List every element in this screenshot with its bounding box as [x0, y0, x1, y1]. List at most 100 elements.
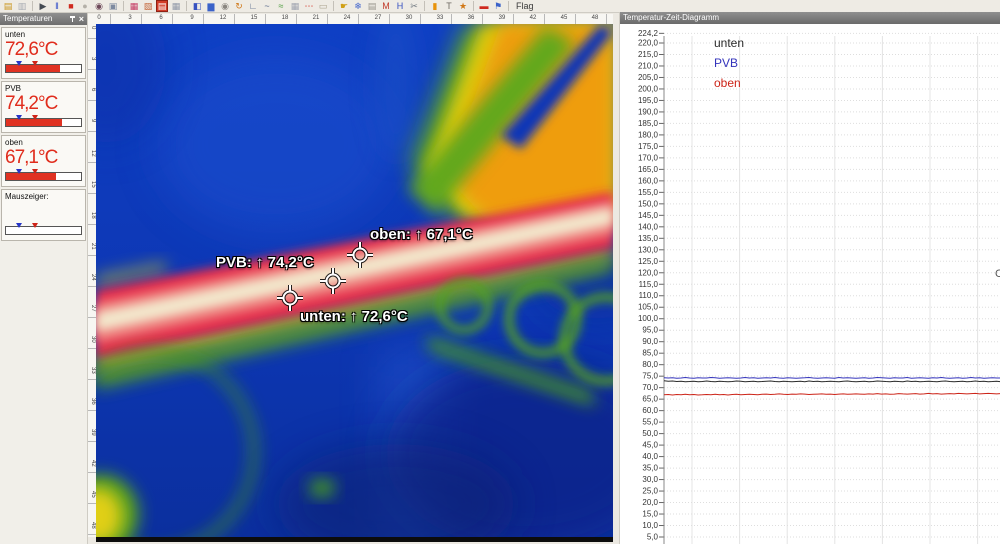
gauge-marker-blue	[16, 61, 22, 66]
gauge-marker-red	[32, 169, 38, 174]
toolbar-separator	[186, 1, 187, 11]
annotation-unten: unten: ↑ 72,6°C	[300, 308, 408, 325]
dashes-icon[interactable]: ⋯	[303, 0, 315, 12]
svg-text:70,0: 70,0	[642, 383, 658, 392]
camera-2-icon[interactable]: ◉	[219, 0, 231, 12]
temp-section-mauszeiger: Mauszeiger:	[1, 189, 86, 241]
close-icon[interactable]: ×	[79, 14, 84, 24]
spline-icon[interactable]: ~	[261, 0, 273, 12]
ruler-number: 45	[561, 15, 568, 21]
svg-text:95,0: 95,0	[642, 326, 658, 335]
open-icon[interactable]: ▤	[2, 0, 14, 12]
thermal-image[interactable]: oben: ↑ 67,1°C PVB: ↑ 74,2°C unten: ↑ 72…	[96, 24, 613, 537]
chart-panel-header[interactable]: Temperatur-Zeit-Diagramm	[620, 12, 1000, 24]
chart-panel: Temperatur-Zeit-Diagramm 224,2220,0215,0…	[619, 12, 1000, 544]
svg-text:60,0: 60,0	[642, 406, 658, 415]
svg-text:190,0: 190,0	[638, 107, 659, 116]
temp-section-pvb: PVB 74,2°C	[1, 81, 86, 133]
chart-gray-icon[interactable]: ▤	[366, 0, 378, 12]
polyline-icon[interactable]: ∟	[247, 0, 259, 12]
temp-label: oben	[5, 138, 82, 147]
histogram-alt-icon[interactable]: ▧	[142, 0, 154, 12]
gauge-marker-blue	[16, 169, 22, 174]
temperatures-panel-header[interactable]: Temperaturen ×	[0, 13, 87, 25]
marker-icon[interactable]: ▮	[429, 0, 441, 12]
stop-icon[interactable]: ■	[65, 0, 77, 12]
red-bar-icon[interactable]: ▬	[478, 0, 490, 12]
ruler-number: 12	[220, 15, 227, 21]
ruler-number: 9	[190, 15, 193, 21]
save-icon[interactable]: ▥	[16, 0, 28, 12]
thermal-image-canvas	[96, 24, 613, 537]
temp-gauge	[5, 226, 82, 235]
play-icon[interactable]: ▶	[37, 0, 49, 12]
legend-unten: unten	[714, 36, 744, 50]
toolbar-separator	[473, 1, 474, 11]
crosshair-pvb[interactable]	[318, 266, 348, 296]
svg-text:220,0: 220,0	[638, 39, 659, 48]
palette-icon[interactable]: ▤	[156, 0, 168, 12]
svg-text:10,0: 10,0	[642, 521, 658, 530]
letter-h-icon[interactable]: H	[394, 0, 406, 12]
svg-text:50,0: 50,0	[642, 429, 658, 438]
temp-label: PVB	[5, 84, 82, 93]
svg-text:75,0: 75,0	[642, 372, 658, 381]
svg-text:40,0: 40,0	[642, 452, 658, 461]
toolbar-separator	[508, 1, 509, 11]
svg-text:80,0: 80,0	[642, 360, 658, 369]
camera-icon[interactable]: ◉	[93, 0, 105, 12]
ruler-number: 3	[128, 15, 131, 21]
legend-pvb: PVB	[714, 56, 738, 70]
ruler-number: 33	[437, 15, 444, 21]
trend-icon[interactable]: ≈	[275, 0, 287, 12]
redo-curve-icon[interactable]: ↻	[233, 0, 245, 12]
temperatures-panel-title: Temperaturen	[3, 13, 69, 25]
ruler-number: 42	[530, 15, 537, 21]
pause-icon[interactable]: ‖	[51, 0, 63, 12]
annotation-pvb: PVB: ↑ 74,2°C	[216, 254, 314, 271]
svg-text:85,0: 85,0	[642, 349, 658, 358]
toolbar-separator	[123, 1, 124, 11]
gallery-icon[interactable]: ▣	[107, 0, 119, 12]
hand-icon[interactable]: ☛	[338, 0, 350, 12]
temp-gauge	[5, 172, 82, 181]
grid-2-icon[interactable]: ▦	[289, 0, 301, 12]
standby-icon[interactable]: ●	[79, 0, 91, 12]
table-icon[interactable]: ▦	[170, 0, 182, 12]
temp-section-oben: oben 67,1°C	[1, 135, 86, 187]
ruler-number: 0	[97, 15, 100, 21]
ruler-number: 27	[375, 15, 382, 21]
ruler-number: 15	[251, 15, 258, 21]
svg-text:210,0: 210,0	[638, 61, 659, 70]
text-tool-icon[interactable]: T	[443, 0, 455, 12]
gauge-marker-blue	[16, 223, 22, 228]
tools-icon[interactable]: ✂	[408, 0, 420, 12]
crosshair-oben[interactable]	[345, 240, 375, 270]
toolbar-separator	[333, 1, 334, 11]
image-bottom-strip	[96, 537, 613, 542]
burst-icon[interactable]: ★	[457, 0, 469, 12]
svg-text:65,0: 65,0	[642, 395, 658, 404]
svg-text:5,0: 5,0	[647, 533, 659, 542]
profile-icon[interactable]: ◧	[191, 0, 203, 12]
svg-text:125,0: 125,0	[638, 257, 659, 266]
svg-text:120,0: 120,0	[638, 268, 659, 277]
flag-colored-icon[interactable]: ⚑	[492, 0, 504, 12]
gauge-marker-red	[32, 61, 38, 66]
svg-text:105,0: 105,0	[638, 303, 659, 312]
svg-text:195,0: 195,0	[638, 96, 659, 105]
bar-chart-icon[interactable]: ▆	[205, 0, 217, 12]
temp-value: 72,6°C	[5, 39, 82, 61]
scale-icon[interactable]: ▭	[317, 0, 329, 12]
histogram-icon[interactable]: ▦	[128, 0, 140, 12]
ruler-corner	[88, 14, 96, 24]
svg-text:130,0: 130,0	[638, 245, 659, 254]
pin-icon[interactable]	[69, 15, 76, 23]
svg-text:180,0: 180,0	[638, 130, 659, 139]
toolbar-separator	[32, 1, 33, 11]
svg-text:35,0: 35,0	[642, 464, 658, 473]
svg-text:170,0: 170,0	[638, 153, 659, 162]
letter-m-icon[interactable]: M	[380, 0, 392, 12]
snowflake-icon[interactable]: ❄	[352, 0, 364, 12]
svg-text:150,0: 150,0	[638, 199, 659, 208]
